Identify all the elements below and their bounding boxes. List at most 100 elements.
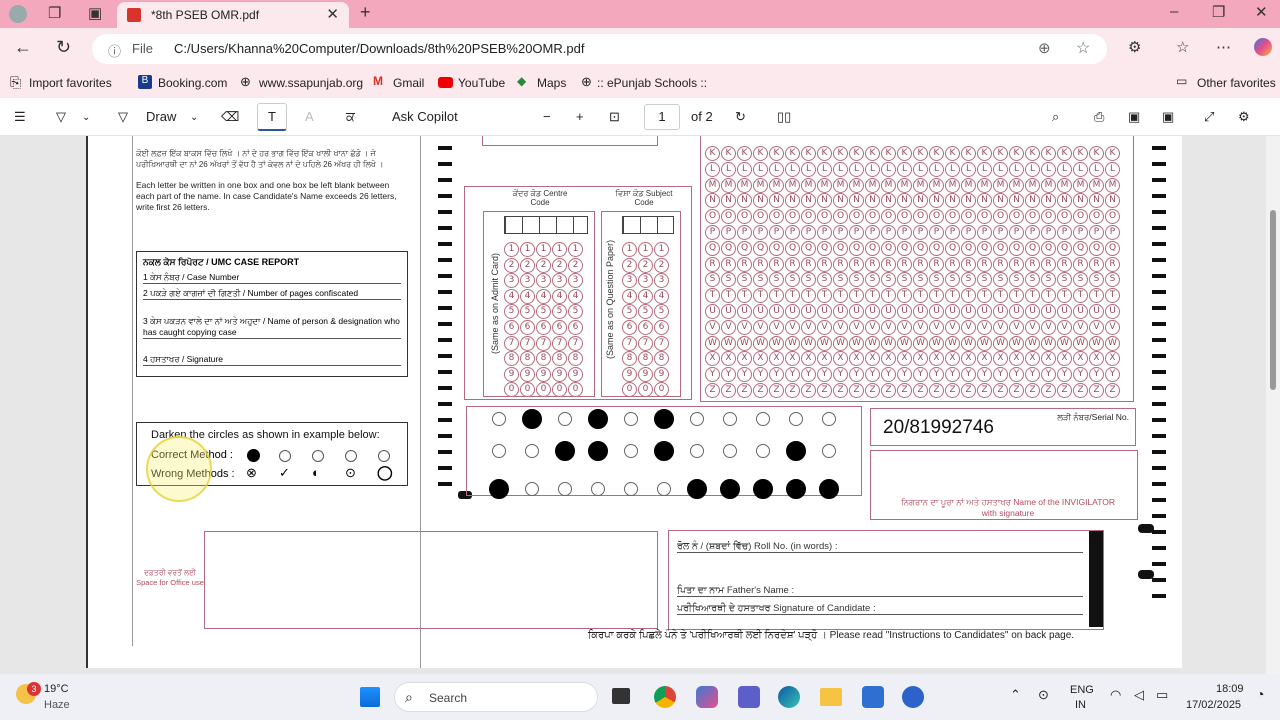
filled-bubble[interactable] <box>489 479 509 499</box>
favorites-icon[interactable]: ☆ <box>1176 38 1189 56</box>
filled-bubble[interactable] <box>819 479 839 499</box>
minimize-icon[interactable]: – <box>1170 3 1178 20</box>
letter-bubble[interactable]: Z <box>705 383 720 398</box>
settings-icon[interactable]: ⚙ <box>1238 109 1250 125</box>
letter-bubble[interactable]: Z <box>913 383 928 398</box>
zoom-icon[interactable]: ⊕ <box>1038 39 1051 57</box>
bookmark-booking[interactable]: Booking.com <box>158 76 227 90</box>
store-icon[interactable] <box>862 686 884 708</box>
letter-bubble[interactable]: Z <box>737 383 752 398</box>
empty-bubble[interactable] <box>558 412 572 426</box>
tray-app-icon[interactable]: ⊙ <box>1038 687 1049 703</box>
maximize-icon[interactable]: ❐ <box>1212 3 1225 21</box>
letter-bubble[interactable]: Z <box>897 383 912 398</box>
digit-bubble[interactable]: 0 <box>552 382 567 398</box>
url-box[interactable]: ⓘ File C:/Users/Khanna%20Computer/Downlo… <box>92 34 1107 64</box>
bookmark-other-favorites[interactable]: Other favorites <box>1197 76 1276 90</box>
bookmark-ssapunjab[interactable]: www.ssapunjab.org <box>259 76 363 90</box>
digit-bubble[interactable]: 0 <box>638 382 653 398</box>
clock-date[interactable]: 17/02/2025 <box>1186 699 1241 711</box>
letter-bubble[interactable]: Z <box>753 383 768 398</box>
tray-chevron-icon[interactable]: ⌃ <box>1010 687 1021 703</box>
fit-width-icon[interactable]: ⊡ <box>609 109 620 125</box>
language-1[interactable]: ENG <box>1070 684 1094 696</box>
search-box[interactable]: ⌕ Search <box>394 682 598 712</box>
filled-bubble[interactable] <box>720 479 740 499</box>
empty-bubble[interactable] <box>525 444 539 458</box>
letter-bubble[interactable]: Z <box>865 383 880 398</box>
battery-icon[interactable]: ▭ <box>1156 687 1168 703</box>
teams-icon[interactable] <box>738 686 760 708</box>
letter-bubble[interactable]: Z <box>785 383 800 398</box>
save-icon[interactable]: ▣ <box>1128 109 1140 125</box>
letter-bubble[interactable]: Z <box>1057 383 1072 398</box>
empty-bubble[interactable] <box>591 482 605 496</box>
back-icon[interactable]: ← <box>14 37 32 58</box>
vertical-scrollbar[interactable] <box>1266 136 1280 674</box>
letter-bubble[interactable]: Z <box>929 383 944 398</box>
letter-bubble[interactable]: Z <box>849 383 864 398</box>
close-window-icon[interactable]: ✕ <box>1255 3 1268 21</box>
fullscreen-icon[interactable]: ⤢ <box>1204 109 1214 125</box>
zoom-out-icon[interactable]: − <box>543 109 551 124</box>
digit-bubble[interactable]: 0 <box>568 382 583 398</box>
draw-icon[interactable]: ▽ <box>118 109 128 125</box>
empty-bubble[interactable] <box>492 412 506 426</box>
chrome-icon[interactable] <box>654 686 676 708</box>
letter-bubble[interactable]: Z <box>1009 383 1024 398</box>
contents-icon[interactable]: ☰ <box>14 109 26 125</box>
digit-bubble[interactable]: 0 <box>536 382 551 398</box>
extensions-icon[interactable]: ⚙ <box>1128 38 1141 56</box>
letter-bubble[interactable]: Z <box>721 383 736 398</box>
letter-bubble[interactable]: Z <box>1025 383 1040 398</box>
eraser-icon[interactable]: ⌫ <box>221 109 239 125</box>
favorite-star-icon[interactable]: ☆ <box>1076 38 1090 58</box>
digit-bubble[interactable]: 0 <box>504 382 519 398</box>
letter-bubble[interactable]: Z <box>769 383 784 398</box>
empty-bubble[interactable] <box>690 412 704 426</box>
text-format-icon[interactable]: A <box>305 109 314 124</box>
empty-bubble[interactable] <box>624 444 638 458</box>
copilot-icon[interactable] <box>1254 38 1272 56</box>
ask-copilot-label[interactable]: Ask Copilot <box>392 109 458 124</box>
filled-bubble[interactable] <box>687 479 707 499</box>
letter-bubble[interactable]: Z <box>1041 383 1056 398</box>
digit-bubble[interactable]: 0 <box>654 382 669 398</box>
digit-bubble[interactable]: 0 <box>622 382 637 398</box>
notifications-icon[interactable]: ◔ <box>1256 686 1264 702</box>
empty-bubble[interactable] <box>558 482 572 496</box>
letter-bubble[interactable]: Z <box>977 383 992 398</box>
bookmark-youtube[interactable]: YouTube <box>458 76 505 90</box>
empty-bubble[interactable] <box>789 412 803 426</box>
close-tab-icon[interactable]: ✕ <box>326 5 339 23</box>
letter-bubble[interactable]: Z <box>801 383 816 398</box>
empty-bubble[interactable] <box>624 412 638 426</box>
copilot-taskbar-icon[interactable] <box>696 686 718 708</box>
empty-bubble[interactable] <box>723 444 737 458</box>
filled-bubble[interactable] <box>654 409 674 429</box>
letter-bubble[interactable]: Z <box>993 383 1008 398</box>
tab-actions-icon[interactable]: ▣ <box>88 4 102 22</box>
filled-bubble[interactable] <box>786 441 806 461</box>
workspaces-icon[interactable]: ❐ <box>48 4 61 22</box>
filled-bubble[interactable] <box>588 441 608 461</box>
empty-bubble[interactable] <box>657 482 671 496</box>
new-tab-icon[interactable]: + <box>360 2 371 23</box>
read-aloud-icon[interactable]: ਕ <box>346 109 355 125</box>
print-icon[interactable]: ⎙ <box>1094 109 1104 125</box>
bookmark-epunjab[interactable]: :: ePunjab Schools :: <box>597 76 707 90</box>
volume-icon[interactable]: ◁ <box>1134 687 1144 703</box>
highlight-dropdown-icon[interactable]: ⌄ <box>82 112 90 123</box>
empty-bubble[interactable] <box>756 444 770 458</box>
task-view-icon[interactable] <box>612 688 630 704</box>
tab-pdf[interactable]: *8th PSEB OMR.pdf ✕ <box>117 2 349 28</box>
edge-icon[interactable] <box>778 686 800 708</box>
start-icon[interactable] <box>360 687 380 707</box>
refresh-icon[interactable]: ↻ <box>56 37 71 58</box>
rotate-icon[interactable]: ↻ <box>735 109 746 125</box>
empty-bubble[interactable] <box>756 412 770 426</box>
empty-bubble[interactable] <box>822 444 836 458</box>
digit-bubble[interactable]: 0 <box>520 382 535 398</box>
filled-bubble[interactable] <box>753 479 773 499</box>
save-as-icon[interactable]: ▣ <box>1162 109 1174 125</box>
